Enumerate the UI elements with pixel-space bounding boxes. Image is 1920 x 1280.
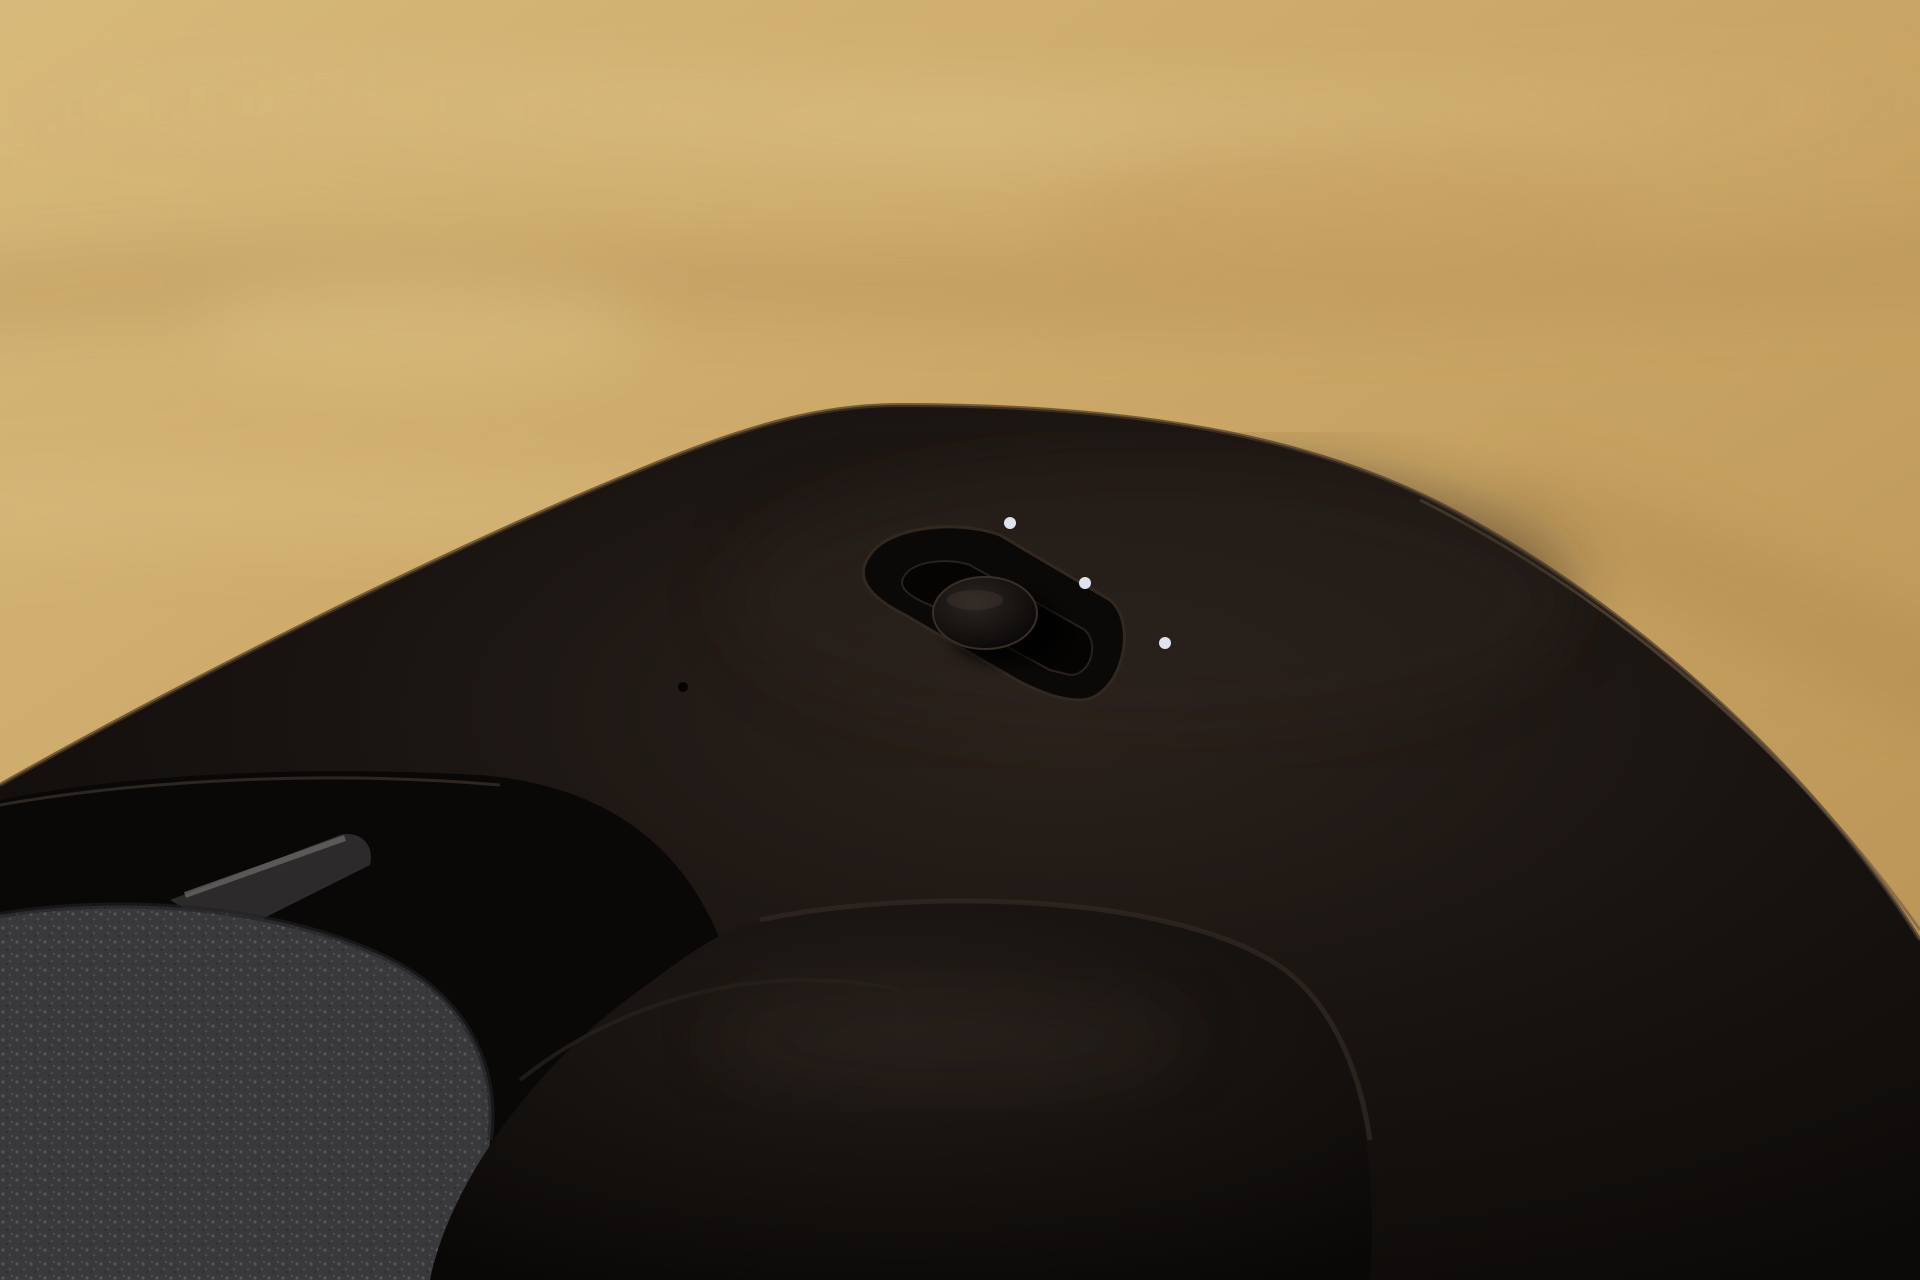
indicator-dot [1004, 517, 1016, 529]
photo-scene [0, 0, 1920, 1280]
indicator-dot [1159, 637, 1171, 649]
indicator-dot [1079, 577, 1091, 589]
microphone-hole [678, 682, 688, 692]
slider-knob[interactable] [932, 576, 1038, 650]
